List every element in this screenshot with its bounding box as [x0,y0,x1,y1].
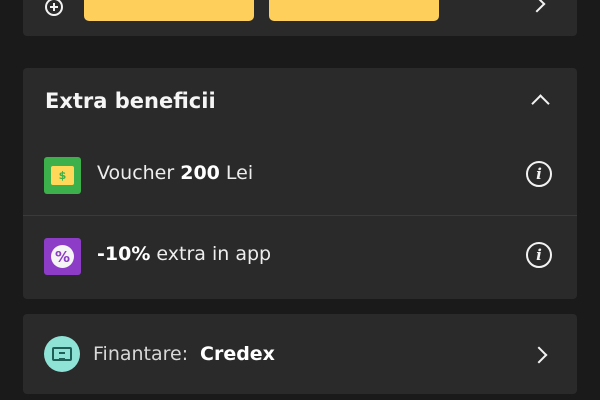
voucher-amount: 200 [180,162,220,184]
credex-icon [44,336,80,372]
chevron-up-icon[interactable] [531,94,550,113]
discount-icon: % [44,238,81,275]
benefit-voucher-row: $ Voucher 200 Lei i [23,135,577,215]
voucher-text: Voucher 200 Lei [97,162,254,184]
financing-card[interactable]: Finantare: Credex [23,314,577,394]
section-title: Extra beneficii [45,89,216,113]
financing-label: Finantare: [93,343,189,365]
chevron-right-icon[interactable] [530,346,548,364]
ticket-icon: $ [51,166,74,185]
discount-amount: -10% [97,243,151,265]
chip-extra-garantie[interactable]: Extra Garantie [84,0,254,21]
add-circle-icon[interactable] [45,0,63,16]
banknote-icon [52,347,72,361]
warranty-card[interactable]: Extra Garantie Mobile Protect [23,0,577,36]
benefit-discount-row: % -10% extra in app i [23,216,577,296]
info-icon[interactable]: i [526,242,552,268]
financing-provider: Credex [200,343,275,365]
voucher-icon: $ [44,157,81,194]
info-icon[interactable]: i [526,161,552,187]
discount-text: -10% extra in app [97,243,272,265]
chevron-right-icon[interactable] [528,0,546,13]
chip-mobile-protect[interactable]: Mobile Protect [269,0,439,21]
percent-icon: % [51,245,74,268]
extra-benefits-card: Extra beneficii $ Voucher 200 Lei i % -1… [23,68,577,299]
